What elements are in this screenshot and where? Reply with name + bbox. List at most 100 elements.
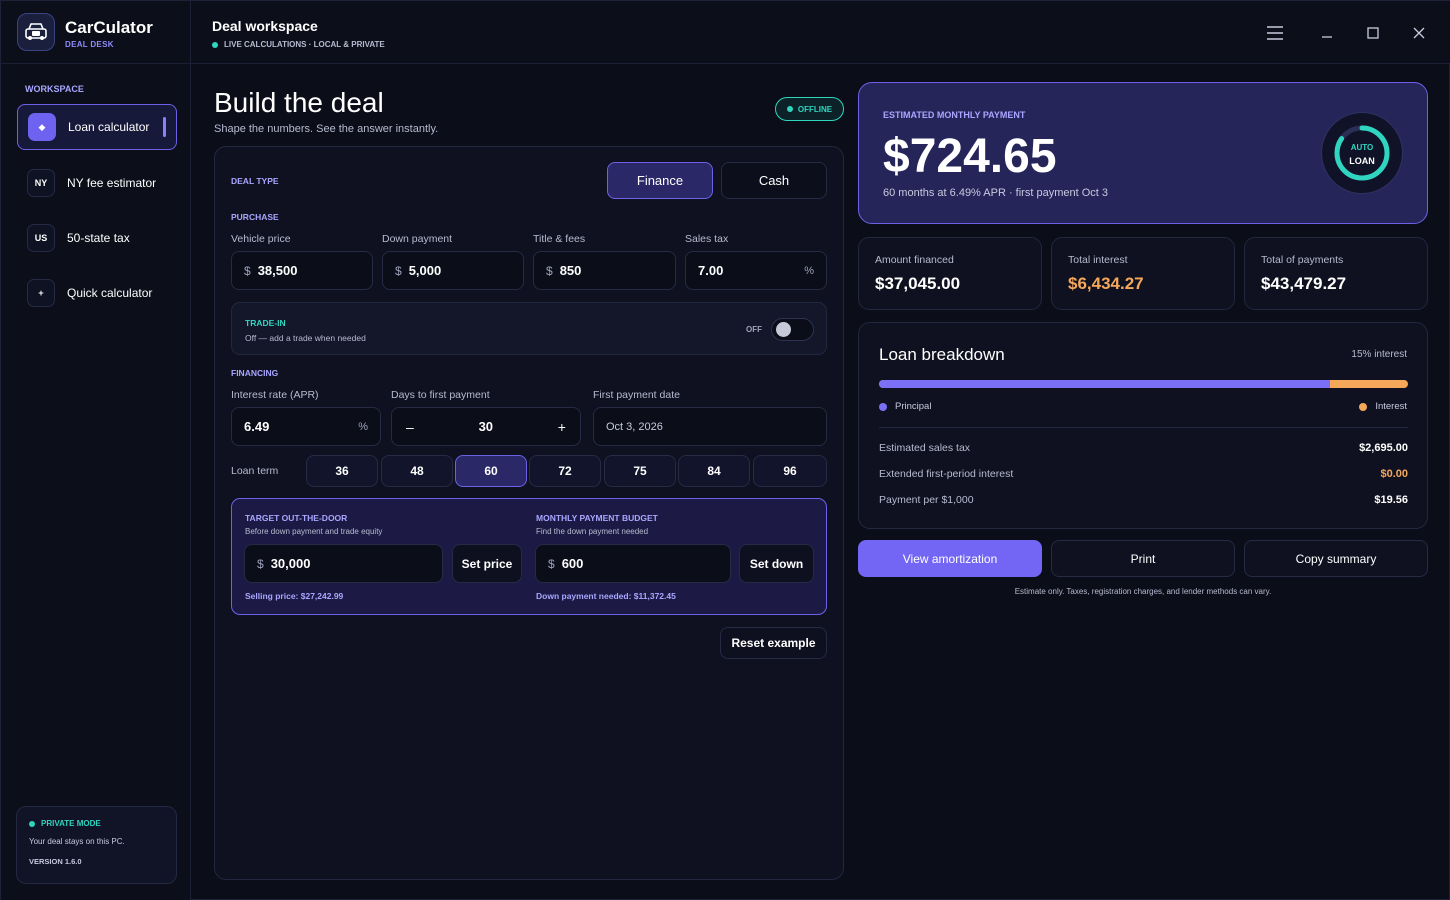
- budget-title: MONTHLY PAYMENT BUDGET: [536, 513, 658, 523]
- trade-in-subtitle: Off — add a trade when needed: [245, 333, 366, 343]
- sidebar-item-label: Loan calculator: [68, 120, 150, 134]
- target-otd-value: 30,000: [270, 556, 311, 571]
- sales-tax-row: Estimated sales tax $2,695.00: [879, 442, 1408, 454]
- budget-subtitle: Find the down payment needed: [536, 527, 649, 536]
- target-otd-input[interactable]: $ 30,000: [244, 544, 443, 583]
- brand: CarCulator DEAL DESK: [1, 1, 191, 64]
- increment-button[interactable]: +: [558, 419, 566, 435]
- maximize-icon[interactable]: [1363, 23, 1383, 43]
- status-dot-icon: [786, 106, 793, 112]
- monthly-payment-amount: $724.65: [883, 130, 1057, 183]
- currency-prefix: $: [257, 556, 264, 571]
- term-option-75[interactable]: 75: [604, 455, 676, 487]
- legend-principal-label: Principal: [895, 401, 932, 412]
- auto-loan-ring: AUTO LOAN: [1321, 112, 1403, 194]
- trade-in-toggle[interactable]: [771, 318, 814, 341]
- apr-input[interactable]: 6.49 %: [231, 407, 381, 446]
- days-value[interactable]: 30: [479, 419, 493, 434]
- percent-suffix: %: [804, 264, 814, 277]
- active-indicator: [163, 117, 166, 137]
- sidebar-item-loan-calculator[interactable]: ◆ Loan calculator: [17, 104, 177, 150]
- copy-summary-button[interactable]: Copy summary: [1244, 540, 1428, 577]
- hamburger-menu-icon[interactable]: [1265, 23, 1285, 43]
- first-payment-date-input[interactable]: Oct 3, 2026: [593, 407, 827, 446]
- sales-tax-label: Sales tax: [685, 233, 729, 245]
- deal-type-label: DEAL TYPE: [231, 176, 279, 186]
- vehicle-price-input[interactable]: $ 38,500: [231, 251, 373, 290]
- apr-label: Interest rate (APR): [231, 389, 319, 401]
- currency-prefix: $: [546, 263, 553, 278]
- otd-title: TARGET OUT-THE-DOOR: [245, 513, 348, 523]
- term-option-48[interactable]: 48: [381, 455, 453, 487]
- status-dot-icon: [212, 41, 218, 48]
- workspace-status: LIVE CALCULATIONS · LOCAL & PRIVATE: [212, 40, 385, 49]
- principal-interest-bar: [879, 380, 1408, 388]
- term-option-72[interactable]: 72: [529, 455, 601, 487]
- sidebar: WORKSPACE ◆ Loan calculator NY NY fee es…: [1, 64, 191, 900]
- sidebar-item-label: Quick calculator: [67, 286, 153, 300]
- sales-tax-input[interactable]: 7.00 %: [685, 251, 827, 290]
- down-payment-input[interactable]: $ 5,000: [382, 251, 524, 290]
- legend-interest-label: Interest: [1375, 401, 1407, 412]
- first-payment-date-value: Oct 3, 2026: [606, 420, 663, 433]
- down-payment-label: Down payment: [382, 233, 453, 245]
- sidebar-item-50-state-tax[interactable]: US 50-state tax: [17, 215, 177, 261]
- page-subtitle: Shape the numbers. See the answer instan…: [214, 123, 439, 135]
- first-payment-date-label: First payment date: [593, 389, 680, 401]
- row-value: $0.00: [1380, 468, 1408, 480]
- days-stepper: – 30 +: [391, 407, 581, 446]
- breakdown-title: Loan breakdown: [879, 345, 1005, 364]
- term-option-96[interactable]: 96: [753, 455, 827, 487]
- disclaimer-text: Estimate only. Taxes, registration charg…: [1014, 587, 1272, 596]
- legend-interest: Interest: [1359, 401, 1407, 412]
- interest-percent-label: 15% interest: [1351, 349, 1407, 360]
- set-down-button[interactable]: Set down: [739, 544, 814, 583]
- reset-example-button[interactable]: Reset example: [720, 627, 827, 659]
- term-option-60[interactable]: 60: [455, 455, 527, 487]
- sidebar-item-ny-fee-estimator[interactable]: NY NY fee estimator: [17, 160, 177, 206]
- toggle-knob: [776, 322, 791, 337]
- payment-budget-input[interactable]: $ 600: [535, 544, 731, 583]
- page-title: Build the deal: [214, 87, 384, 118]
- offline-badge: OFFLINE: [775, 97, 844, 121]
- workspace-status-text: LIVE CALCULATIONS · LOCAL & PRIVATE: [224, 40, 385, 49]
- title-fees-label: Title & fees: [533, 233, 586, 245]
- percent-suffix: %: [358, 420, 368, 433]
- row-label: Payment per $1,000: [879, 494, 974, 506]
- selling-price-note: Selling price: $27,242.99: [245, 591, 344, 601]
- print-button[interactable]: Print: [1051, 540, 1235, 577]
- divider: [879, 427, 1408, 428]
- app-name: CarCulator: [65, 18, 153, 37]
- sales-tax-value: 7.00: [698, 263, 724, 278]
- decrement-button[interactable]: –: [406, 419, 414, 435]
- currency-prefix: $: [395, 263, 402, 278]
- version-label: VERSION 1.6.0: [29, 857, 82, 866]
- total-payments-card: Total of payments $43,479.27: [1244, 237, 1428, 310]
- term-option-84[interactable]: 84: [678, 455, 750, 487]
- private-mode-text: Your deal stays on this PC.: [29, 837, 125, 846]
- app-window: CarCulator DEAL DESK Deal workspace LIVE…: [0, 0, 1450, 900]
- financing-section-label: FINANCING: [231, 368, 279, 378]
- stat-value: $6,434.27: [1068, 274, 1144, 293]
- title-bar: CarCulator DEAL DESK Deal workspace LIVE…: [1, 1, 1450, 64]
- minimize-icon[interactable]: [1317, 23, 1337, 43]
- stat-value: $37,045.00: [875, 274, 961, 293]
- currency-prefix: $: [548, 556, 555, 571]
- interest-dot-icon: [1359, 402, 1368, 411]
- stat-label: Total interest: [1068, 254, 1128, 266]
- close-icon[interactable]: [1409, 23, 1429, 43]
- purchase-section-label: PURCHASE: [231, 212, 279, 222]
- us-badge-icon: US: [27, 224, 55, 252]
- principal-fill: [879, 380, 1330, 388]
- title-fees-input[interactable]: $ 850: [533, 251, 676, 290]
- ring-top-label: AUTO: [1350, 143, 1374, 152]
- term-option-36[interactable]: 36: [306, 455, 378, 487]
- cash-toggle-button[interactable]: Cash: [721, 162, 827, 199]
- view-amortization-button[interactable]: View amortization: [858, 540, 1042, 577]
- set-price-button[interactable]: Set price: [452, 544, 522, 583]
- sidebar-item-quick-calculator[interactable]: + Quick calculator: [17, 270, 177, 316]
- finance-toggle-button[interactable]: Finance: [607, 162, 713, 199]
- stat-value: $43,479.27: [1261, 274, 1347, 293]
- days-label: Days to first payment: [391, 389, 490, 401]
- sidebar-item-label: 50-state tax: [67, 231, 130, 245]
